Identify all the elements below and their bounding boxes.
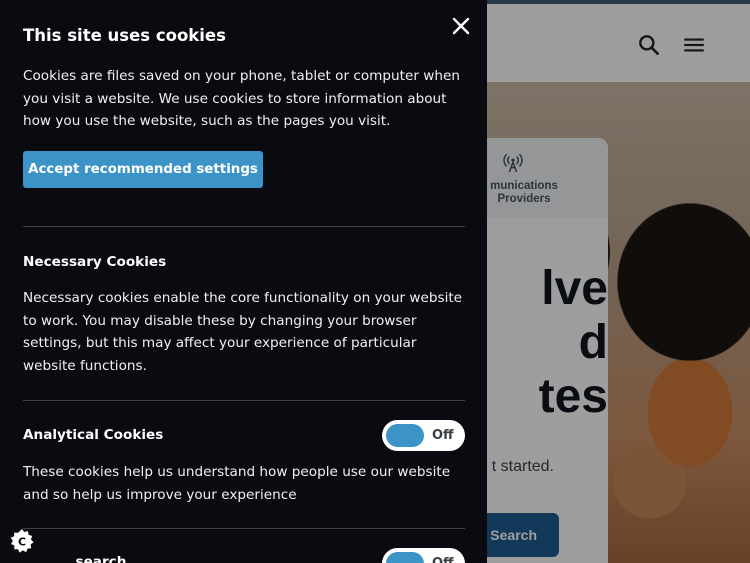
cookie-panel-title: This site uses cookies: [23, 26, 226, 45]
analytical-cookies-heading: Analytical Cookies: [23, 427, 164, 443]
necessary-cookies-description: Necessary cookies enable the core functi…: [23, 290, 463, 375]
dim-overlay: [487, 0, 750, 563]
analytical-cookies-description: These cookies help us understand how peo…: [23, 464, 451, 503]
toggle-knob: [386, 552, 424, 563]
toggle-state-label: Off: [432, 428, 454, 443]
cookie-consent-panel: This site uses cookies Cookies are files…: [0, 0, 487, 563]
necessary-cookies-heading: Necessary Cookies: [23, 254, 167, 270]
analytical-cookies-toggle[interactable]: Off: [382, 420, 465, 451]
divider: [23, 400, 465, 401]
divider: [23, 226, 465, 227]
divider: [23, 528, 465, 529]
cookie-settings-icon[interactable]: C: [9, 528, 35, 554]
research-cookies-toggle[interactable]: Off: [382, 548, 465, 563]
toggle-knob: [386, 424, 424, 447]
accept-recommended-button[interactable]: Accept recommended settings: [23, 151, 263, 188]
svg-text:C: C: [18, 536, 26, 549]
toggle-state-label: Off: [432, 548, 454, 563]
close-icon[interactable]: [451, 16, 471, 36]
research-cookies-heading: ...search: [60, 554, 127, 563]
cookie-panel-intro: Cookies are files saved on your phone, t…: [23, 68, 460, 130]
